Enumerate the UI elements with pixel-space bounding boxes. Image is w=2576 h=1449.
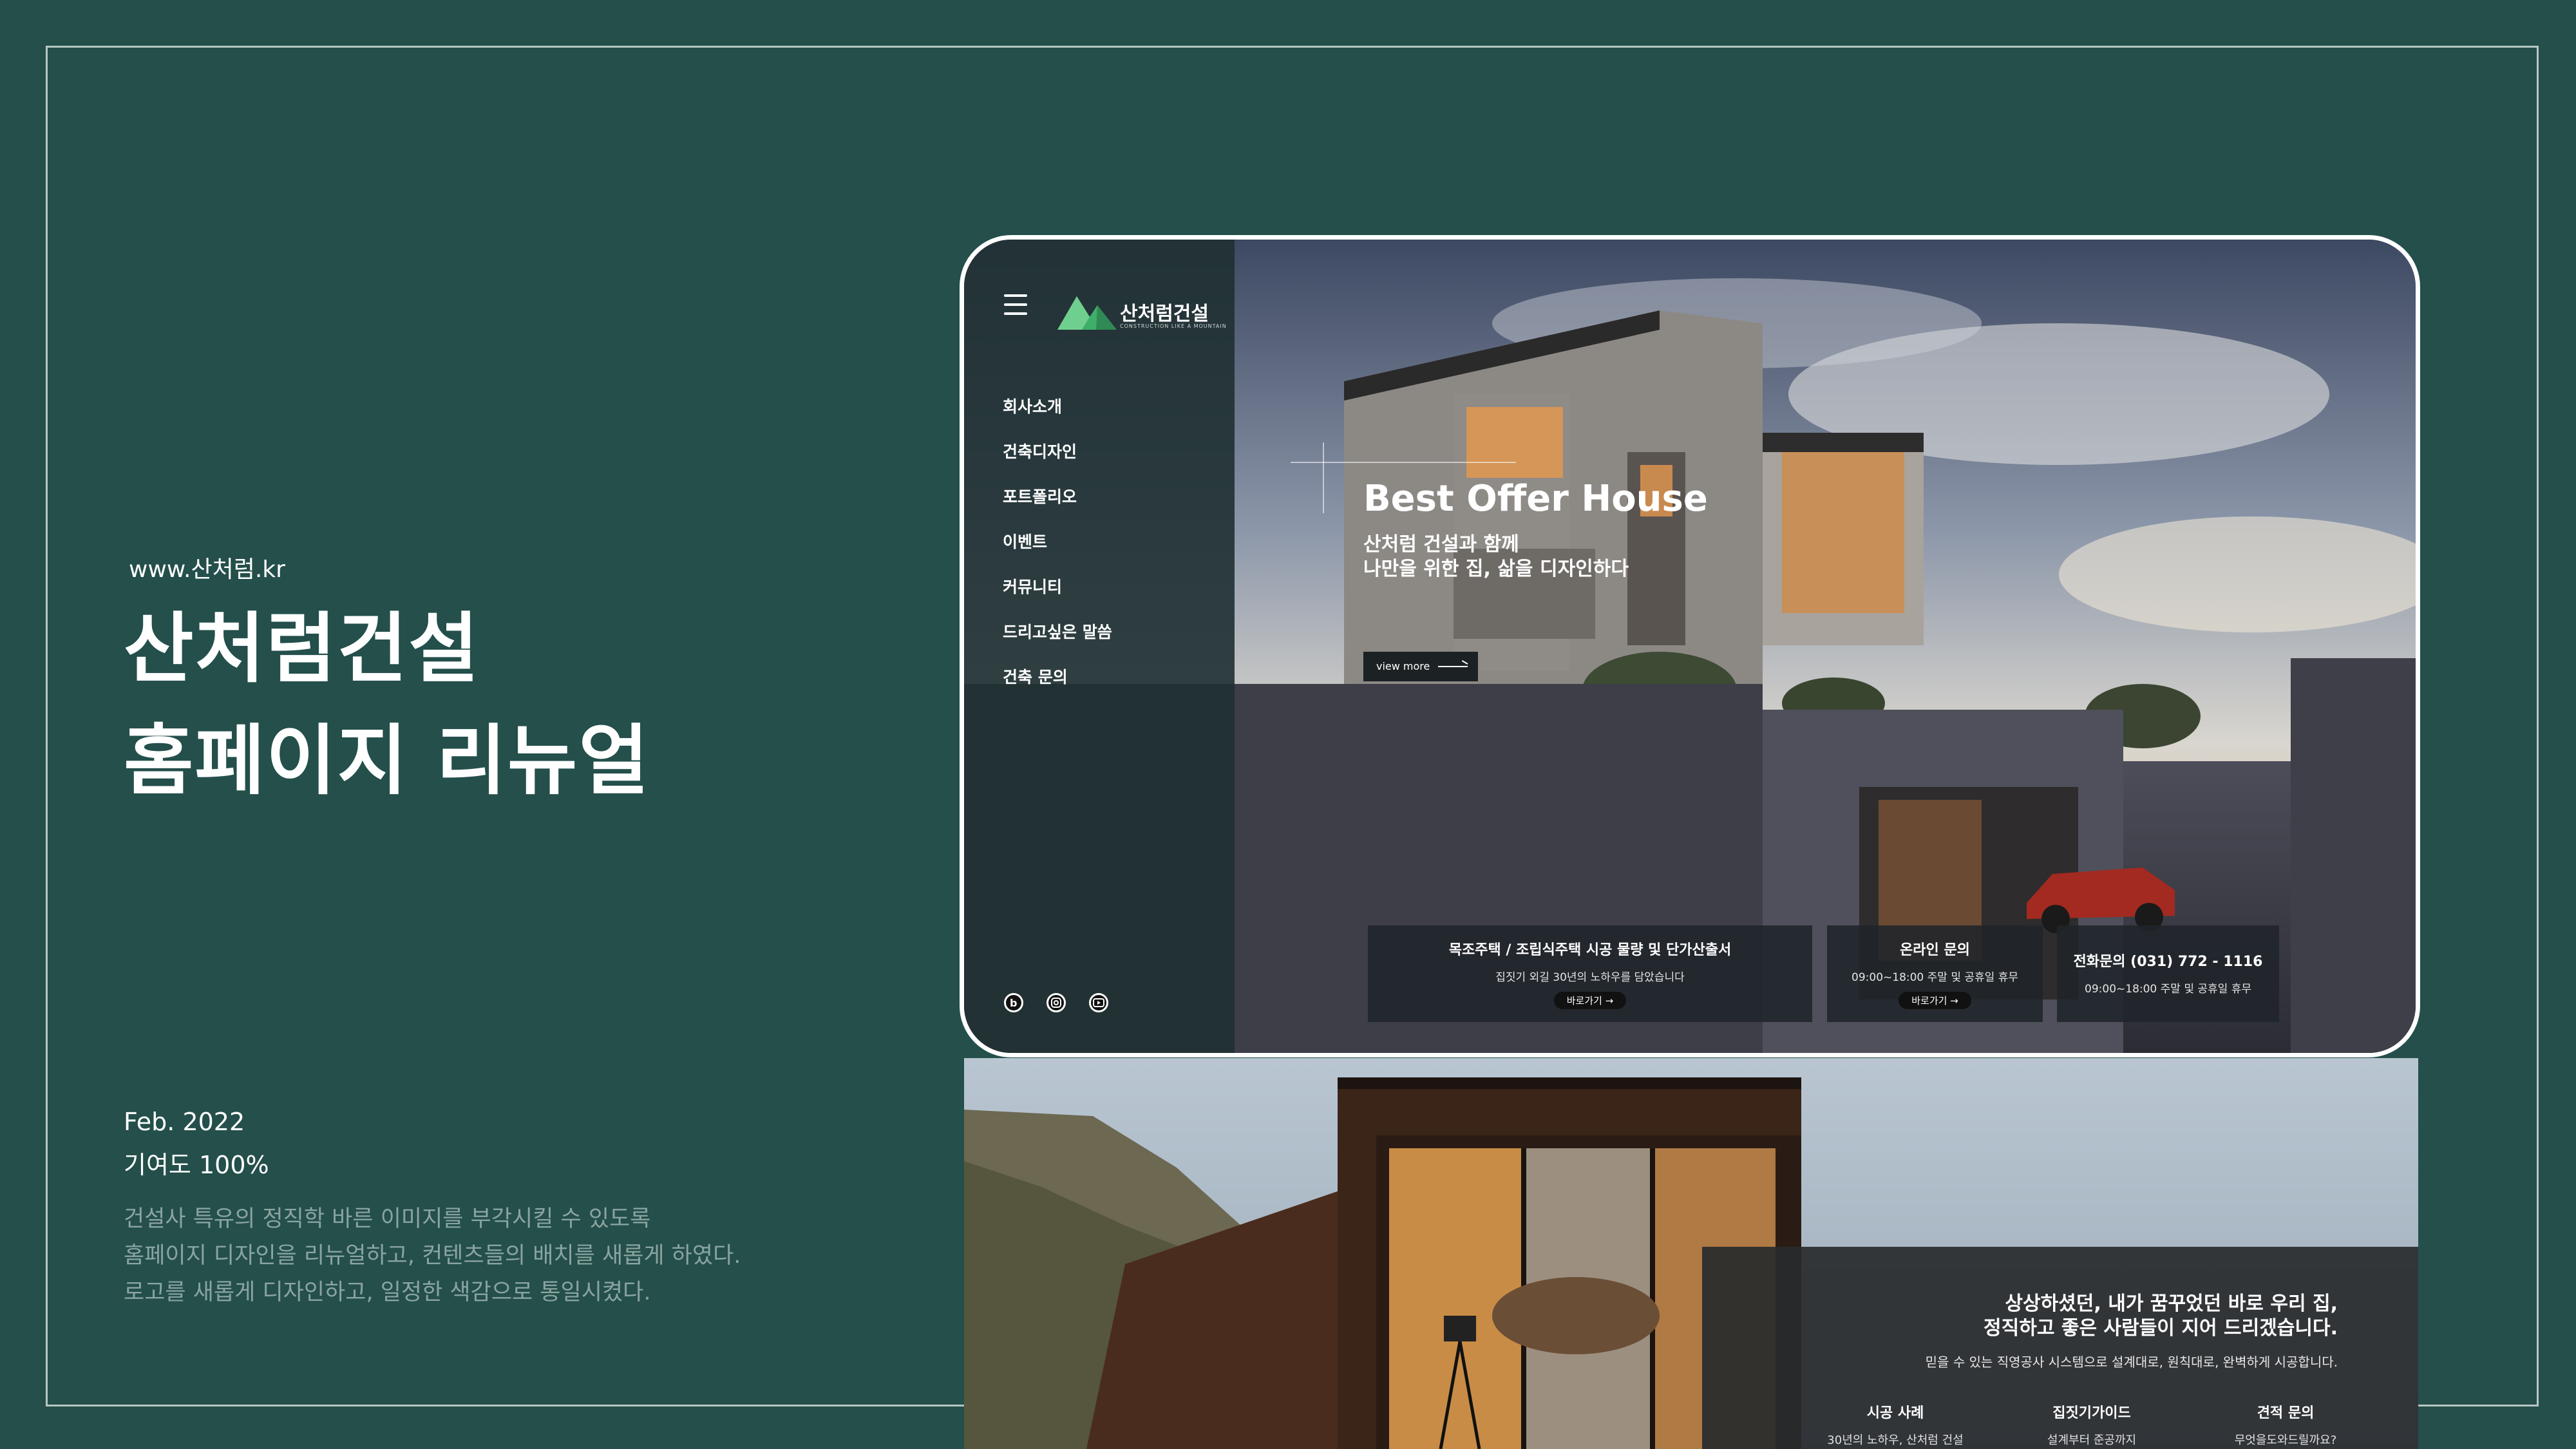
project-description: 건설사 특유의 정직학 바른 이미지를 부각시킬 수 있도록 홈페이지 디자인을… xyxy=(124,1201,864,1311)
instagram-icon[interactable] xyxy=(1046,993,1066,1012)
info-card-online-inquiry: 온라인 문의 09:00~18:00 주말 및 공휴일 휴무 바로가기 → xyxy=(1827,925,2043,1022)
info-card-phone: 전화문의 (031) 772 - 1116 09:00~18:00 주말 및 공… xyxy=(2057,925,2279,1022)
blog-icon[interactable]: b xyxy=(1004,993,1023,1012)
description-line: 로고를 새롭게 디자인하고, 일정한 색감으로 통일시켰다. xyxy=(124,1280,651,1305)
section-description: 믿을 수 있는 직영공사 시스템으로 설계대로, 원칙대로, 완벽하게 시공합니… xyxy=(1925,1354,2338,1370)
info-card-title: 온라인 문의 xyxy=(1900,942,1970,958)
youtube-icon[interactable] xyxy=(1089,993,1108,1012)
section-heading: 상상하셨던, 내가 꿈꾸었던 바로 우리 집, 정직하고 좋은 사람들이 지어 … xyxy=(1984,1292,2338,1341)
link-building-guide[interactable]: 집짓기가이드 설계부터 준공까지 xyxy=(2008,1401,2175,1448)
logo[interactable]: 산처럼건설 CONSTRUCTION LIKE A MOUNTAIN xyxy=(1057,291,1226,336)
project-title-line2: 홈페이지 리뉴얼 xyxy=(124,716,650,805)
site-url: www.산처럼.kr xyxy=(129,556,285,583)
link-title: 집짓기가이드 xyxy=(2052,1405,2131,1421)
nav-item-community[interactable]: 커뮤니티 xyxy=(1003,565,1112,610)
link-title: 시공 사례 xyxy=(1866,1405,1924,1421)
website-hero-mockup: 산처럼건설 CONSTRUCTION LIKE A MOUNTAIN 회사소개 … xyxy=(960,235,2420,1057)
hero-subtitle: 산처럼 건설과 함께 나만을 위한 집, 삶을 디자인하다 xyxy=(1363,533,1629,582)
hero-subtitle-line1: 산처럼 건설과 함께 xyxy=(1363,533,1519,556)
project-contribution: 기여도 100% xyxy=(124,1151,269,1179)
link-case-studies[interactable]: 시공 사례 30년의 노하우, 산처럼 건설 xyxy=(1812,1401,1979,1448)
shortcut-link[interactable]: 바로가기 → xyxy=(1553,992,1627,1009)
website-section-mockup: 상상하셨던, 내가 꿈꾸었던 바로 우리 집, 정직하고 좋은 사람들이 지어 … xyxy=(964,1058,2418,1449)
nav-item-message[interactable]: 드리고싶은 말씀 xyxy=(1003,610,1112,655)
nav-item-portfolio[interactable]: 포트폴리오 xyxy=(1003,475,1112,520)
view-more-label: view more xyxy=(1376,660,1430,672)
info-card-subtitle: 09:00~18:00 주말 및 공휴일 휴무 xyxy=(1852,971,2018,984)
hamburger-menu-icon[interactable] xyxy=(1004,294,1027,317)
section-text-panel: 상상하셨던, 내가 꿈꾸었던 바로 우리 집, 정직하고 좋은 사람들이 지어 … xyxy=(1702,1247,2418,1449)
description-line: 건설사 특유의 정직학 바른 이미지를 부각시킬 수 있도록 xyxy=(124,1206,651,1232)
hero-subtitle-line2: 나만을 위한 집, 삶을 디자인하다 xyxy=(1363,558,1629,580)
shortcut-link[interactable]: 바로가기 → xyxy=(1899,992,1971,1009)
nav-item-company[interactable]: 회사소개 xyxy=(1003,384,1112,430)
nav-item-design[interactable]: 건축디자인 xyxy=(1003,430,1112,475)
info-card-title: 목조주택 / 조립식주택 시공 물량 및 단가산출서 xyxy=(1448,942,1732,958)
decorative-line xyxy=(1323,442,1324,513)
link-subtitle: 무엇을도와드릴까요? xyxy=(2234,1434,2337,1447)
info-card-estimate: 목조주택 / 조립식주택 시공 물량 및 단가산출서 집짓기 외길 30년의 노… xyxy=(1368,925,1812,1022)
info-card-subtitle: 09:00~18:00 주말 및 공휴일 휴무 xyxy=(2085,983,2251,996)
section-heading-line2: 정직하고 좋은 사람들이 지어 드리겠습니다. xyxy=(1984,1317,2338,1340)
logo-subtext: CONSTRUCTION LIKE A MOUNTAIN xyxy=(1120,323,1227,329)
mountain-logo-icon xyxy=(1057,296,1117,330)
section-heading-line1: 상상하셨던, 내가 꿈꾸었던 바로 우리 집, xyxy=(2005,1293,2338,1315)
link-title: 견적 문의 xyxy=(2257,1405,2315,1421)
view-more-button[interactable]: view more xyxy=(1363,652,1478,681)
svg-text:b: b xyxy=(1010,997,1017,1009)
project-title: 산처럼건설 홈페이지 리뉴얼 xyxy=(124,592,650,817)
nav-item-event[interactable]: 이벤트 xyxy=(1003,520,1112,565)
info-card-subtitle: 집짓기 외길 30년의 노하우를 담았습니다 xyxy=(1495,971,1685,984)
main-nav: 회사소개 건축디자인 포트폴리오 이벤트 커뮤니티 드리고싶은 말씀 건축 문의 xyxy=(1003,384,1112,700)
decorative-line xyxy=(1291,462,1516,463)
hero-title: Best Offer House xyxy=(1363,478,1708,520)
link-quote-inquiry[interactable]: 견적 문의 무엇을도와드릴까요? xyxy=(2202,1401,2369,1448)
nav-item-inquiry[interactable]: 건축 문의 xyxy=(1003,655,1112,700)
link-subtitle: 30년의 노하우, 산처럼 건설 xyxy=(1827,1434,1964,1447)
link-subtitle: 설계부터 준공까지 xyxy=(2047,1434,2137,1447)
info-card-title[interactable]: 전화문의 (031) 772 - 1116 xyxy=(2057,950,2279,971)
description-line: 홈페이지 디자인을 리뉴얼하고, 컨텐츠들의 배치를 새롭게 하였다. xyxy=(124,1243,741,1269)
arrow-right-icon xyxy=(1438,666,1468,667)
project-date: Feb. 2022 xyxy=(124,1108,245,1136)
project-title-line1: 산처럼건설 xyxy=(124,604,480,693)
logo-text: 산처럼건설 xyxy=(1120,303,1209,325)
social-links: b xyxy=(1004,993,1108,1012)
sidebar: 산처럼건설 CONSTRUCTION LIKE A MOUNTAIN 회사소개 … xyxy=(964,240,1235,1053)
